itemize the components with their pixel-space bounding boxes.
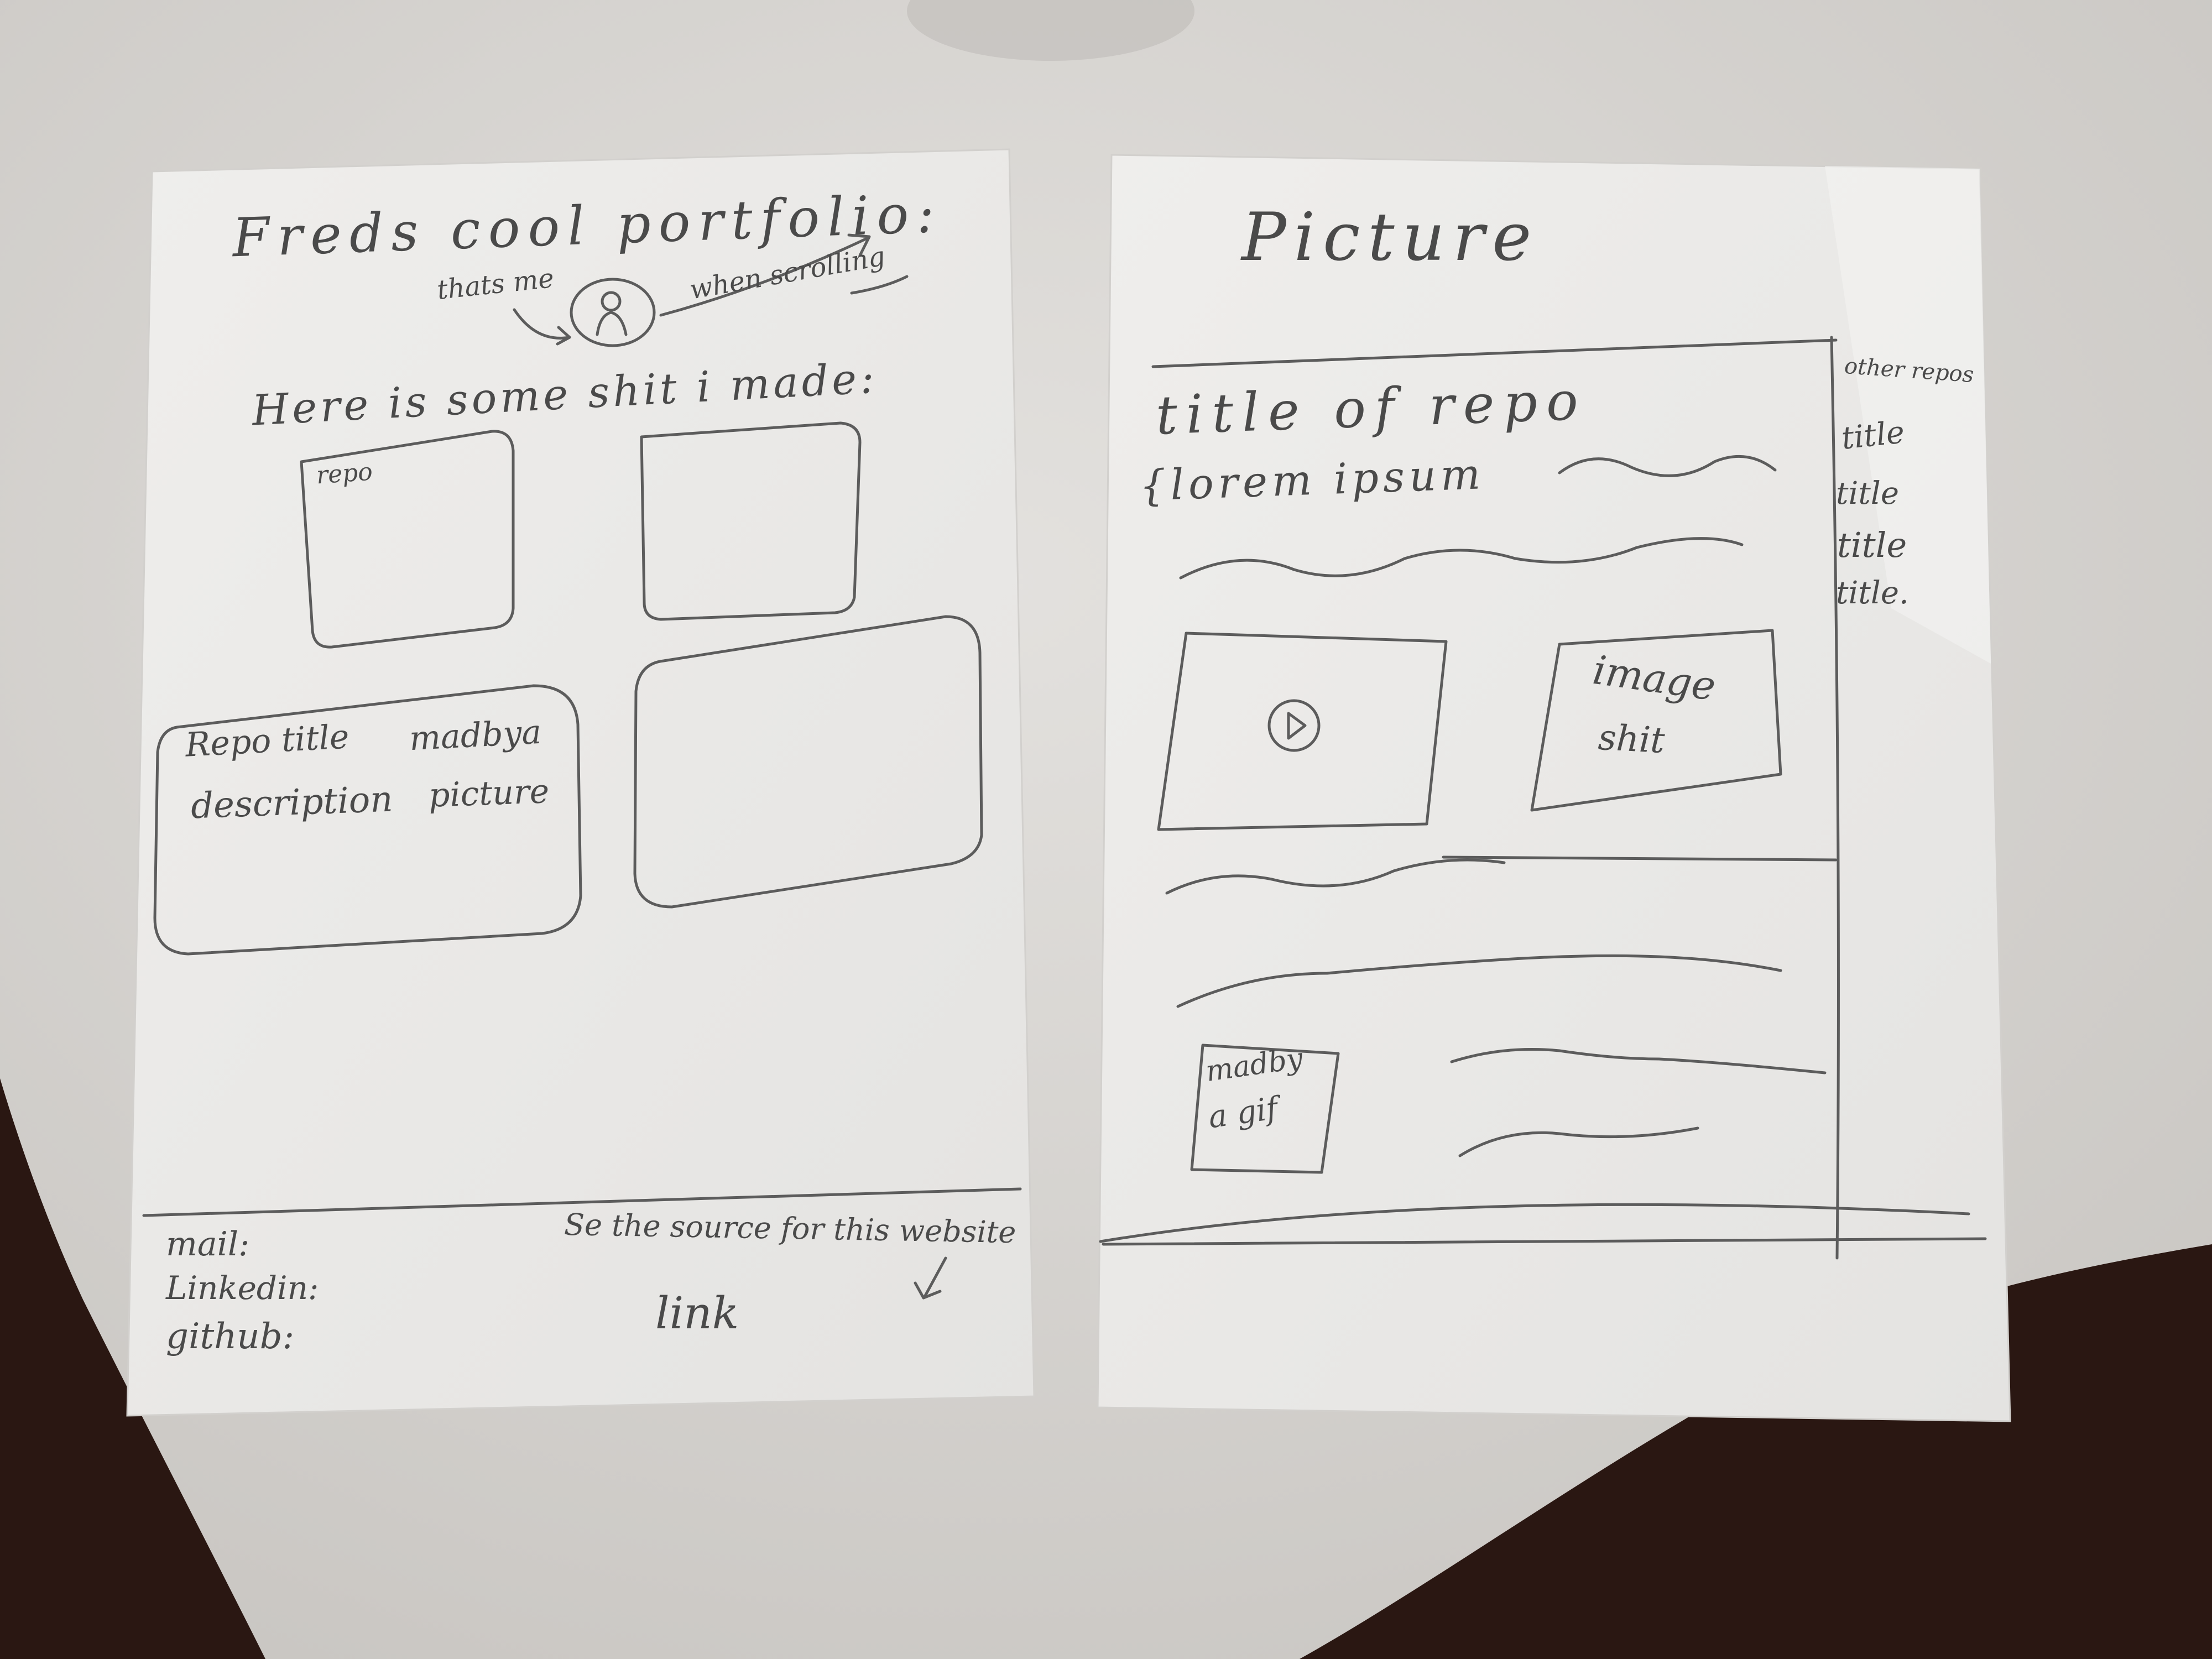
card3-madby: madbyа — [408, 712, 542, 759]
card3-description: description — [190, 779, 394, 827]
card1-label: repo — [315, 457, 374, 490]
footer-link[interactable]: link — [655, 1291, 739, 1335]
sidebar-item[interactable]: title — [1840, 414, 1906, 457]
repo-title: title of repo — [1155, 369, 1588, 447]
right-title: Picture — [1241, 199, 1540, 276]
footer-linkedin: Linkedin: — [166, 1269, 319, 1307]
sidebar-item[interactable]: title — [1837, 528, 1907, 562]
card3-title: Repo title — [184, 717, 351, 765]
sidebar-item[interactable]: title. — [1836, 578, 1909, 609]
sidebar-item[interactable]: title — [1836, 478, 1899, 509]
footer-mail: mail: — [166, 1225, 250, 1264]
lorem-text: {lorem ipsum — [1138, 449, 1486, 510]
footer-source-note: Se the source for this website — [564, 1207, 1016, 1250]
image-label-2: shit — [1597, 717, 1666, 762]
footer-github: github: — [166, 1316, 295, 1357]
gif-label-2: a gif — [1206, 1090, 1280, 1136]
card3-picture: picture — [427, 772, 550, 815]
